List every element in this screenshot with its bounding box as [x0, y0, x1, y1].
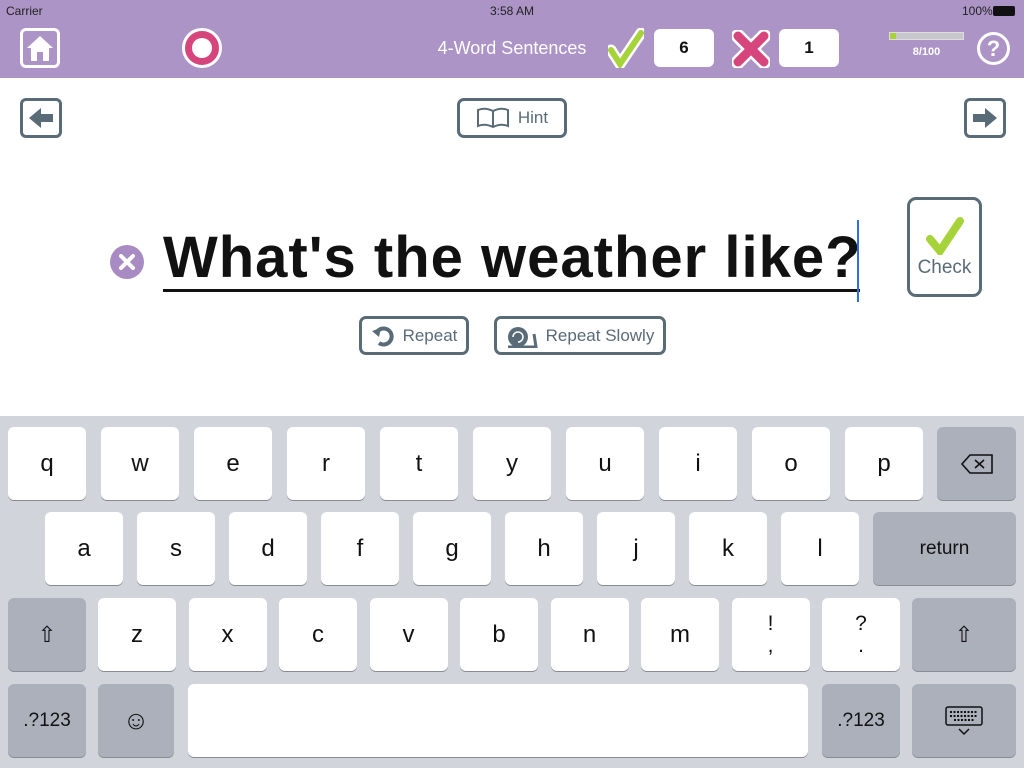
space-key[interactable] [188, 684, 808, 757]
check-icon [608, 28, 644, 68]
checkmark-icon [925, 217, 964, 255]
shift-key-right[interactable]: ⇧ [912, 598, 1016, 671]
numbers-key-left[interactable]: .?123 [8, 684, 86, 757]
close-icon [119, 254, 135, 270]
key-i[interactable]: i [659, 427, 737, 500]
shift-icon: ⇧ [37, 621, 57, 647]
snail-icon [507, 326, 538, 348]
key-o[interactable]: o [752, 427, 830, 500]
key-y[interactable]: y [473, 427, 551, 500]
key-c[interactable]: c [279, 598, 357, 671]
key-j[interactable]: j [597, 512, 675, 585]
key-n[interactable]: n [550, 598, 629, 671]
cross-icon [732, 30, 770, 68]
key-z[interactable]: z [98, 598, 176, 671]
key-b[interactable]: b [460, 598, 538, 671]
key-x[interactable]: x [188, 598, 267, 671]
shift-key-left[interactable]: ⇧ [8, 598, 86, 671]
repeat-label: Repeat [402, 325, 458, 345]
numbers-key-right[interactable]: .?123 [822, 684, 900, 757]
wrong-count: 1 [779, 29, 839, 67]
key-f[interactable]: f [321, 512, 399, 585]
hide-keyboard-key[interactable] [912, 684, 1016, 757]
hint-button[interactable]: Hint [457, 98, 567, 138]
progress-fill [890, 33, 896, 39]
key-w[interactable]: w [101, 427, 179, 500]
key-u[interactable]: u [566, 427, 644, 500]
question-icon: ? [986, 35, 1001, 61]
correct-count: 6 [654, 29, 714, 67]
answer-input[interactable]: What's the weather like? [163, 224, 861, 292]
key-p[interactable]: p [845, 427, 923, 500]
key-h[interactable]: h [505, 512, 583, 585]
key-e[interactable]: e [194, 427, 272, 500]
arrow-right-icon [973, 108, 997, 128]
check-button[interactable]: Check [907, 197, 982, 297]
key-m[interactable]: m [641, 598, 719, 671]
key-questionperiod[interactable]: ? . [822, 598, 900, 671]
text-cursor [857, 220, 859, 302]
return-key[interactable]: return [873, 512, 1016, 585]
key-g[interactable]: g [413, 512, 491, 585]
battery-icon [993, 6, 1015, 16]
key-d[interactable]: d [229, 512, 307, 585]
top-bar: Carrier 3:58 AM 100% 4-Word Sentences 6 … [0, 0, 1024, 78]
clock: 3:58 AM [490, 4, 535, 18]
progress-text: 8/100 [912, 46, 941, 58]
check-label: Check [917, 257, 972, 278]
battery-label: 100% [962, 4, 993, 18]
progress-bar [889, 32, 964, 40]
clear-button[interactable] [110, 245, 144, 279]
keyboard: return ⇧ ⇧ .?123 ☺ .?123 qwertyuiop asdfg… [0, 416, 1024, 768]
carrier-label: Carrier [6, 4, 43, 18]
emoji-icon: ☺ [122, 705, 150, 735]
backspace-icon [960, 453, 993, 474]
key-exclaimcomma[interactable]: ! , [731, 598, 810, 671]
key-r[interactable]: r [287, 427, 365, 500]
keyboard-icon [945, 705, 983, 735]
key-q[interactable]: q [8, 427, 86, 500]
backspace-key[interactable] [937, 427, 1016, 500]
help-button[interactable]: ? [977, 32, 1010, 65]
repeat-slowly-button[interactable]: Repeat Slowly [494, 316, 666, 355]
key-v[interactable]: v [369, 598, 448, 671]
key-k[interactable]: k [689, 512, 767, 585]
key-a[interactable]: a [45, 512, 123, 585]
page-title: 4-Word Sentences [437, 38, 587, 58]
repeat-slowly-label: Repeat Slowly [545, 325, 655, 345]
book-icon [476, 107, 509, 129]
emoji-key[interactable]: ☺ [98, 684, 174, 757]
repeat-icon [371, 326, 394, 346]
previous-button[interactable] [20, 98, 62, 138]
repeat-button[interactable]: Repeat [359, 316, 469, 355]
key-l[interactable]: l [781, 512, 859, 585]
next-button[interactable] [964, 98, 1006, 138]
key-s[interactable]: s [137, 512, 215, 585]
arrow-left-icon [29, 108, 53, 128]
shift-icon: ⇧ [954, 621, 974, 647]
hint-label: Hint [517, 108, 549, 127]
key-t[interactable]: t [380, 427, 458, 500]
